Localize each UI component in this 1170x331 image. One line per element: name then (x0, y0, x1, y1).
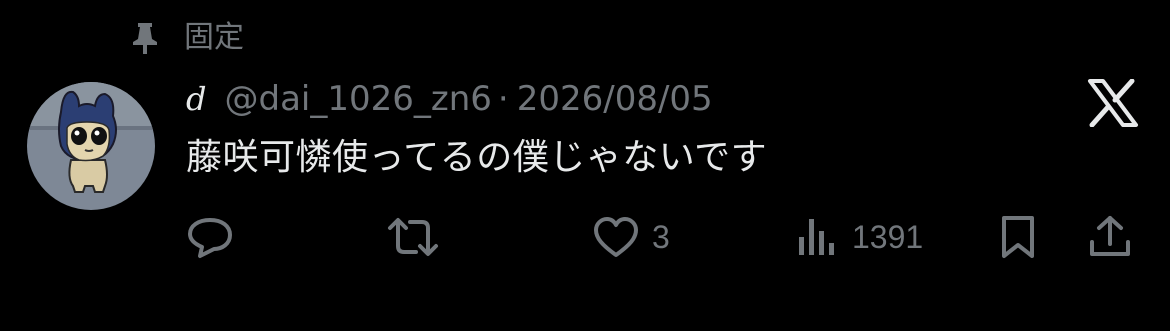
tweet-header: d @dai_1026_zn6 · 2026/08/05 (186, 76, 713, 122)
bookmark-button[interactable] (998, 214, 1038, 260)
views-icon (796, 215, 840, 259)
author-handle[interactable]: @dai_1026_zn6 (224, 79, 491, 119)
views-button[interactable]: 1391 (796, 214, 923, 260)
views-count: 1391 (852, 218, 924, 255)
retweet-icon (386, 214, 440, 260)
reply-button[interactable] (186, 214, 234, 260)
header-separator: · (497, 79, 509, 119)
bookmark-icon (998, 214, 1038, 260)
retweet-button[interactable] (386, 214, 440, 260)
share-icon (1088, 214, 1132, 260)
pinned-indicator: 固定 (128, 20, 244, 56)
like-count: 3 (652, 218, 670, 255)
share-button[interactable] (1088, 214, 1132, 260)
reply-icon (186, 214, 234, 260)
tweet-date[interactable]: 2026/08/05 (517, 79, 713, 119)
like-button[interactable]: 3 (592, 214, 670, 260)
pin-icon (128, 20, 162, 56)
author-display-name[interactable]: d (186, 80, 206, 118)
x-logo-icon (1085, 78, 1141, 128)
tweet-text: 藤咲可憐使ってるの僕じゃないです (186, 137, 768, 178)
heart-icon (592, 215, 640, 259)
pinned-label: 固定 (184, 20, 244, 55)
avatar[interactable] (27, 82, 155, 210)
